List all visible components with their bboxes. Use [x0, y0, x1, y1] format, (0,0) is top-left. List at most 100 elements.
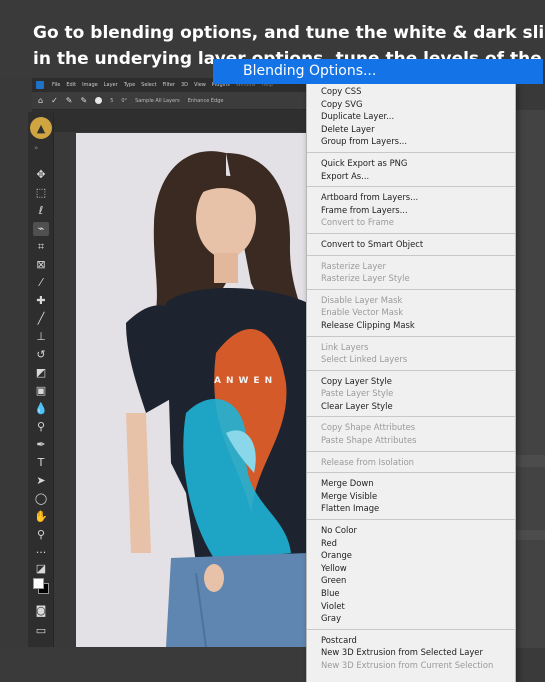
menu-item-gray[interactable]: Gray — [307, 612, 515, 625]
menu-item-rasterize-layer-style: Rasterize Layer Style — [321, 273, 410, 284]
menu-item-green[interactable]: Green — [307, 574, 515, 587]
menu-item-convert-to-smart-object[interactable]: Convert to Smart Object — [307, 238, 515, 251]
zoom-tool-icon[interactable]: ⚲ — [33, 528, 49, 542]
document-canvas[interactable]: ANWEN — [76, 133, 308, 647]
type-tool-icon[interactable]: T — [33, 456, 49, 470]
menu-item-quick-export-as-png[interactable]: Quick Export as PNG — [307, 157, 515, 170]
menu-select[interactable]: Select — [141, 82, 156, 88]
dodge-tool-icon[interactable]: ⚲ — [33, 420, 49, 434]
menu-file[interactable]: File — [52, 82, 60, 88]
marquee-tool-icon[interactable]: ⬚ — [33, 186, 49, 200]
menu-item-release-clipping-mask[interactable]: Release Clipping Mask — [307, 319, 515, 332]
default-colors-icon[interactable]: ◪ — [33, 562, 49, 576]
right-panel-dock — [516, 110, 545, 650]
menu-separator — [307, 151, 515, 153]
menu-item-clear-layer-style[interactable]: Clear Layer Style — [307, 400, 515, 413]
plugin-logo-icon[interactable]: ▲ — [30, 117, 52, 139]
menu-view[interactable]: View — [194, 82, 206, 88]
menu-item-select-linked-layers: Select Linked Layers — [321, 354, 408, 365]
caption-line-1: Go to blending options, and tune the whi… — [33, 23, 545, 43]
history-brush-tool-icon[interactable]: ↺ — [33, 348, 49, 362]
path-selection-tool-icon[interactable]: ➤ — [33, 474, 49, 488]
quick-selection-tool-icon[interactable]: ⌁ — [33, 222, 49, 236]
menu-item-frame-from-layers[interactable]: Frame from Layers... — [307, 204, 515, 217]
menu-item-flatten-image[interactable]: Flatten Image — [307, 502, 515, 515]
menu-item-new-3d-extrusion-from-selected-layer[interactable]: New 3D Extrusion from Selected Layer — [307, 646, 515, 659]
menu-item-duplicate-layer[interactable]: Duplicate Layer... — [307, 110, 515, 123]
menu-item-paste-layer-style: Paste Layer Style — [321, 388, 394, 399]
lasso-tool-icon[interactable]: ℓ — [33, 204, 49, 218]
photoshop-logo-icon — [36, 81, 44, 89]
menu-layer[interactable]: Layer — [104, 82, 118, 88]
quick-mask-icon[interactable]: ◙ — [33, 604, 49, 618]
menu-item-merge-visible[interactable]: Merge Visible — [307, 490, 515, 503]
menu-type[interactable]: Type — [124, 82, 135, 88]
frame-tool-icon[interactable]: ⊠ — [33, 258, 49, 272]
menu-separator — [307, 472, 515, 474]
menu-item-red[interactable]: Red — [307, 537, 515, 550]
menu-item-group-from-layers[interactable]: Group from Layers... — [307, 135, 515, 148]
angle-value[interactable]: 0° — [121, 98, 127, 104]
healing-brush-tool-icon[interactable]: ✚ — [33, 294, 49, 308]
brush-size-value[interactable]: 5 — [110, 98, 113, 104]
menu-separator — [307, 519, 515, 521]
menu-item-postcard[interactable]: Postcard — [307, 634, 515, 647]
more-tools-icon[interactable]: ··· — [33, 546, 49, 560]
menu-item-copy-css[interactable]: Copy CSS — [307, 85, 515, 98]
blur-tool-icon[interactable]: 💧 — [33, 402, 49, 416]
home-icon[interactable]: ⌂ — [38, 96, 43, 105]
quick-selection-icon[interactable]: ✎ — [66, 96, 73, 105]
menu-separator — [307, 450, 515, 452]
menu-item-violet[interactable]: Violet — [307, 600, 515, 613]
gradient-tool-icon[interactable]: ▣ — [33, 384, 49, 398]
sample-all-layers-checkbox[interactable]: Sample All Layers — [135, 98, 180, 104]
shape-tool-icon[interactable]: ◯ — [33, 492, 49, 506]
brush-tool-icon[interactable]: ╱ — [33, 312, 49, 326]
panel-tab[interactable] — [516, 455, 545, 467]
menu-item-artboard-from-layers[interactable]: Artboard from Layers... — [307, 191, 515, 204]
menu-item-delete-layer[interactable]: Delete Layer — [307, 123, 515, 136]
brush-preset-icon[interactable]: ✓ — [51, 96, 58, 105]
menu-item-export-as[interactable]: Export As... — [307, 170, 515, 183]
shirt-print-text: ANWEN — [214, 376, 277, 386]
collapse-panel-icon[interactable]: » — [34, 144, 38, 152]
menu-item-disable-layer-mask: Disable Layer Mask — [321, 294, 403, 305]
menu-item-convert-to-frame: Convert to Frame — [321, 217, 394, 228]
add-selection-icon[interactable]: ✎ — [80, 96, 87, 105]
clone-stamp-tool-icon[interactable]: ⊥ — [33, 330, 49, 344]
menu-image[interactable]: Image — [82, 82, 98, 88]
menu-filter[interactable]: Filter — [163, 82, 175, 88]
menu-item-blue[interactable]: Blue — [307, 587, 515, 600]
menu-item-copy-layer-style[interactable]: Copy Layer Style — [307, 375, 515, 388]
menu-item-release-from-isolation: Release from Isolation — [321, 456, 414, 467]
menu-separator — [307, 416, 515, 418]
menu-item-yellow[interactable]: Yellow — [307, 562, 515, 575]
hand-tool-icon[interactable]: ✋ — [33, 510, 49, 524]
menu-item-link-layers: Link Layers — [321, 341, 369, 352]
menu-item-copy-svg[interactable]: Copy SVG — [307, 98, 515, 111]
document-tab-strip — [32, 110, 312, 132]
menu-separator — [307, 628, 515, 630]
menu-item-merge-down[interactable]: Merge Down — [307, 477, 515, 490]
screen-mode-icon[interactable]: ▭ — [33, 624, 49, 638]
menu-item-no-color[interactable]: No Color — [307, 524, 515, 537]
menu-separator — [307, 186, 515, 188]
menu-item-copy-shape-attributes: Copy Shape Attributes — [321, 422, 416, 433]
panel-tab[interactable] — [516, 530, 545, 540]
move-tool-icon[interactable]: ✥ — [33, 168, 49, 182]
pen-tool-icon[interactable]: ✒ — [33, 438, 49, 452]
menu-edit[interactable]: Edit — [66, 82, 76, 88]
menu-separator — [307, 335, 515, 337]
menu-separator — [307, 369, 515, 371]
eraser-tool-icon[interactable]: ◩ — [33, 366, 49, 380]
menu-3d[interactable]: 3D — [181, 82, 188, 88]
brush-size-icon[interactable] — [95, 97, 103, 104]
tools-panel: ▲ » ✥ ⬚ ℓ ⌁ ⌗ ⊠ ⁄ ✚ ╱ ⊥ ↺ ◩ ▣ 💧 ⚲ ✒ T ➤ … — [28, 112, 54, 647]
enhance-edge-checkbox[interactable]: Enhance Edge — [188, 98, 224, 104]
crop-tool-icon[interactable]: ⌗ — [33, 240, 49, 254]
menu-item-orange[interactable]: Orange — [307, 549, 515, 562]
menu-item-paste-shape-attributes: Paste Shape Attributes — [321, 435, 417, 446]
eyedropper-tool-icon[interactable]: ⁄ — [33, 276, 49, 290]
blending-options-menu-item[interactable]: Blending Options... — [213, 59, 543, 84]
foreground-color-swatch[interactable] — [33, 578, 44, 589]
